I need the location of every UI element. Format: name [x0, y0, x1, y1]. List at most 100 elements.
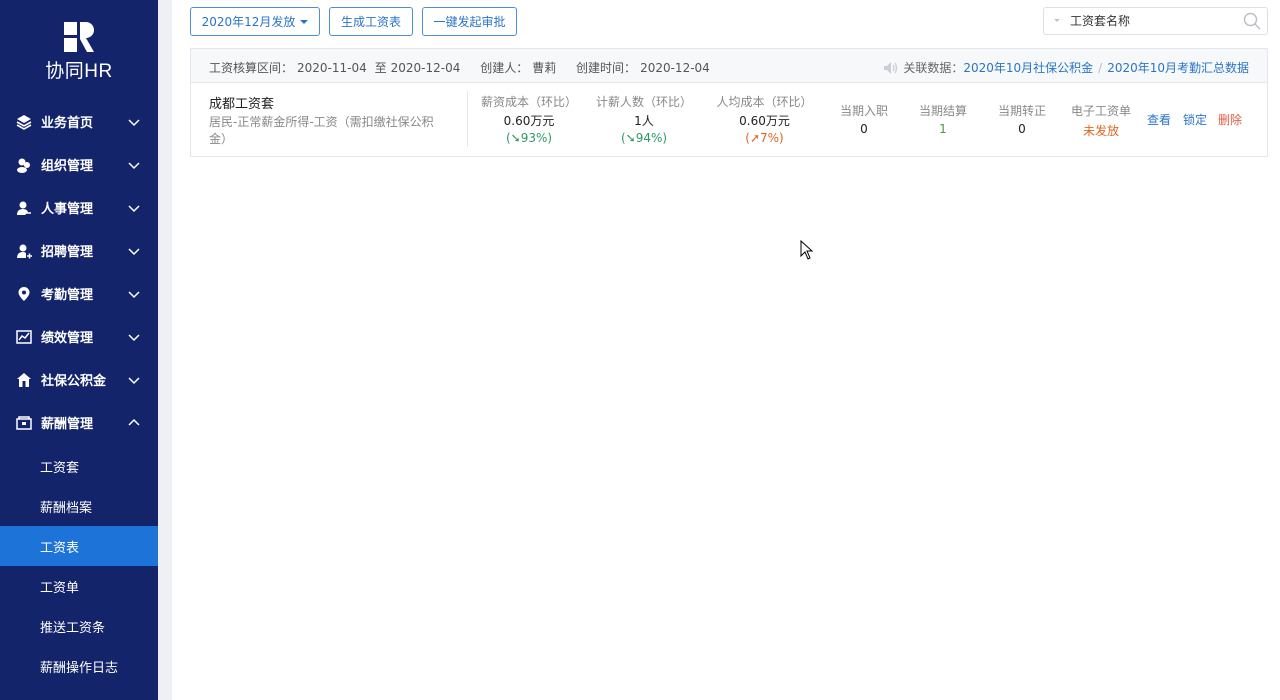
chevron-down-icon: [128, 204, 140, 212]
mini-e-payslip: 电子工资单 未发放: [1065, 102, 1137, 139]
house-icon: [15, 371, 33, 389]
period-dropdown-label: 2020年12月发放: [201, 15, 296, 29]
mini-label: 当期结算: [918, 104, 967, 118]
stat-salary-cost: 薪资成本（环比） 0.60万元 (➘93%): [469, 93, 589, 145]
stat-value: 0.60万元: [503, 114, 555, 128]
mini-label: 当期转正: [997, 104, 1046, 118]
sidebar-item-performance[interactable]: 绩效管理: [0, 315, 158, 358]
mini-value: 1: [939, 122, 947, 136]
logo[interactable]: 协同HR: [0, 22, 158, 83]
sidebar-item-label: 业务首页: [41, 116, 94, 131]
chevron-up-icon: [128, 418, 140, 426]
stat-per-capita: 人均成本（环比） 0.60万元 (➚7%): [707, 93, 822, 145]
sidebar-item-label: 薪酬管理: [41, 417, 94, 432]
sidebar-subitem-salary-archive[interactable]: 薪酬档案: [0, 486, 158, 526]
sidebar-subitem-operation-log[interactable]: 薪酬操作日志: [0, 646, 158, 686]
mini-value: 未发放: [1082, 124, 1119, 138]
period-end: 2020-12-04: [390, 61, 461, 75]
lock-button[interactable]: 锁定: [1183, 111, 1207, 128]
location-pin-icon: [15, 285, 33, 303]
trend-up-icon: ➚: [749, 131, 760, 145]
chevron-down-icon: [128, 247, 140, 255]
sidebar-item-business-home[interactable]: 业务首页: [0, 100, 158, 143]
stat-change: (➚7%): [745, 131, 784, 145]
mini-value: 0: [1018, 122, 1026, 136]
delete-button[interactable]: 删除: [1218, 111, 1242, 128]
chevron-down-icon: [128, 161, 140, 169]
logo-mark-icon: [64, 22, 94, 52]
sidebar-item-personnel[interactable]: 人事管理: [0, 186, 158, 229]
chevron-down-icon: [128, 333, 140, 341]
stat-headcount: 计薪人数（环比） 1人 (➘94%): [589, 93, 699, 145]
sidebar-item-recruiting[interactable]: 招聘管理: [0, 229, 158, 272]
period-start: 2020-11-04: [297, 61, 367, 75]
search-box: [1043, 7, 1268, 35]
mini-value: 0: [860, 122, 868, 136]
sidebar-item-label: 社保公积金: [41, 374, 107, 389]
payroll-card: 工资核算区间： 2020-11-04 至 2020-12-04 创建人： 曹莉 创建时…: [190, 48, 1268, 157]
creator-name: 曹莉: [532, 61, 557, 75]
wallet-icon: [15, 414, 33, 432]
mini-onboarded: 当期入职 0: [834, 102, 894, 136]
related-data: 关联数据： 2020年10月社保公积金 / 2020年10月考勤汇总数据: [883, 59, 1249, 76]
created-date: 2020-12-04: [640, 61, 710, 75]
sidebar-item-compensation[interactable]: 薪酬管理: [0, 401, 158, 444]
sidebar: 协同HR 业务首页 组织管理 人事管理 招聘管理 考勤管理 绩效管理 社保公积金…: [0, 0, 158, 700]
caret-down-icon: [300, 19, 309, 24]
related-link-attendance[interactable]: 2020年10月考勤汇总数据: [1107, 59, 1249, 76]
salary-set-name: 成都工资套: [209, 97, 275, 112]
stat-label: 计薪人数（环比）: [595, 95, 692, 109]
sidebar-item-label: 绩效管理: [41, 331, 94, 346]
sidebar-subitem-push-payslip[interactable]: 推送工资条: [0, 606, 158, 646]
payroll-meta: 工资核算区间： 2020-11-04 至 2020-12-04 创建人： 曹莉 创建时…: [209, 59, 714, 76]
person-add-icon: [15, 242, 33, 260]
gutter: [158, 0, 172, 700]
mouse-cursor-icon: [800, 240, 814, 260]
speaker-icon: [884, 61, 898, 74]
chevron-down-icon: [128, 376, 140, 384]
compensation-submenu: 工资套 薪酬档案 工资表 工资单 推送工资条 薪酬操作日志: [0, 444, 158, 686]
search-icon[interactable]: [1243, 12, 1261, 30]
salary-set-info: 成都工资套 居民-正常薪金所得-工资（需扣缴社保公积金）: [209, 93, 449, 148]
related-link-social-security[interactable]: 2020年10月社保公积金: [963, 59, 1093, 76]
chevron-down-icon: [128, 290, 140, 298]
sidebar-subitem-salary-set[interactable]: 工资套: [0, 446, 158, 486]
link-separator: /: [1098, 60, 1103, 75]
chart-icon: [15, 328, 33, 346]
mini-label: 电子工资单: [1070, 104, 1131, 118]
generate-payroll-button[interactable]: 生成工资表: [329, 7, 413, 36]
period-dropdown-button[interactable]: 2020年12月发放: [190, 7, 320, 36]
stat-change: (➘94%): [620, 131, 668, 145]
sidebar-subitem-payslip[interactable]: 工资单: [0, 566, 158, 606]
sidebar-item-social-security[interactable]: 社保公积金: [0, 358, 158, 401]
stat-value: 0.60万元: [739, 114, 790, 128]
creator-label: 创建人：: [480, 61, 529, 75]
created-label: 创建时间：: [576, 61, 637, 75]
sidebar-item-org[interactable]: 组织管理: [0, 143, 158, 186]
chevron-down-icon: [128, 118, 140, 126]
sidebar-item-label: 人事管理: [41, 202, 94, 217]
payroll-card-body: 成都工资套 居民-正常薪金所得-工资（需扣缴社保公积金） 薪资成本（环比） 0.…: [191, 83, 1267, 157]
divider: [467, 91, 468, 147]
stat-change: (➘93%): [505, 131, 553, 145]
payroll-card-header: 工资核算区间： 2020-11-04 至 2020-12-04 创建人： 曹莉 创建时…: [191, 49, 1267, 83]
sidebar-item-attendance[interactable]: 考勤管理: [0, 272, 158, 315]
mini-regularized: 当期转正 0: [992, 102, 1052, 136]
layers-icon: [15, 113, 33, 131]
batch-approval-button[interactable]: 一键发起审批: [422, 7, 517, 36]
caret-down-icon: [1054, 19, 1060, 22]
sidebar-item-label: 招聘管理: [41, 245, 94, 260]
mini-label: 当期入职: [839, 104, 888, 118]
logo-text: 协同HR: [45, 61, 113, 82]
stat-label: 薪资成本（环比）: [480, 95, 577, 109]
trend-down-icon: ➘: [625, 131, 636, 145]
stat-label: 人均成本（环比）: [716, 95, 813, 109]
mini-settled: 当期结算 1: [913, 102, 973, 136]
view-button[interactable]: 查看: [1147, 111, 1171, 128]
related-label: 关联数据：: [903, 61, 964, 75]
sidebar-subitem-payroll-sheet[interactable]: 工资表: [0, 526, 158, 566]
main-content: 2020年12月发放 生成工资表 一键发起审批 工资核算区间：2020-11-0…: [172, 0, 1280, 700]
period-to: 至: [374, 61, 387, 75]
search-input[interactable]: [1070, 11, 1230, 31]
salary-set-description: 居民-正常薪金所得-工资（需扣缴社保公积金）: [209, 115, 434, 146]
